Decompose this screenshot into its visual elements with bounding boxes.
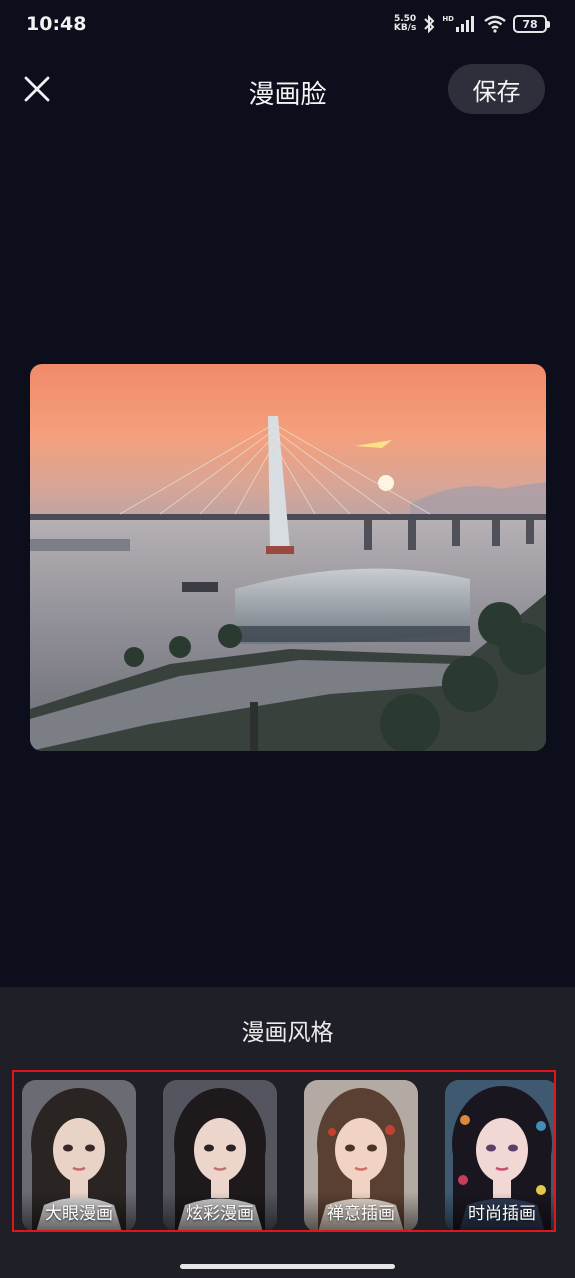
- status-time: 10:48: [26, 13, 87, 35]
- style-card-zen[interactable]: 禅意插画: [304, 1080, 418, 1230]
- home-indicator[interactable]: [180, 1264, 395, 1269]
- battery-icon: 78: [513, 15, 550, 33]
- save-button[interactable]: 保存: [448, 64, 545, 114]
- style-card-label: 时尚插画: [468, 1204, 536, 1224]
- style-panel: 漫画风格 大眼漫画 炫彩漫画 禅意插画 时尚插画: [0, 987, 575, 1278]
- network-speed-unit: KB/s: [393, 23, 417, 33]
- signal-hd-label: HD: [442, 15, 454, 23]
- wifi-icon: [483, 15, 507, 33]
- style-list: 大眼漫画 炫彩漫画 禅意插画 时尚插画: [12, 1070, 556, 1232]
- style-panel-title: 漫画风格: [241, 1020, 334, 1046]
- screen: 10:48 5.50 KB/s HD 78 漫画脸 保存 漫画风格 大眼漫画 炫…: [0, 0, 575, 1278]
- top-bar: 漫画脸 保存: [0, 62, 575, 116]
- battery-level: 78: [522, 17, 538, 31]
- style-card-label: 大眼漫画: [45, 1204, 113, 1224]
- style-card-big-eye[interactable]: 大眼漫画: [22, 1080, 136, 1230]
- network-speed: 5.50 KB/s: [394, 15, 416, 33]
- status-icons: 5.50 KB/s HD 78: [394, 14, 550, 34]
- style-card-fashion[interactable]: 时尚插画: [445, 1080, 554, 1230]
- signal-icon: HD: [442, 15, 477, 33]
- style-card-colorful[interactable]: 炫彩漫画: [163, 1080, 277, 1230]
- status-bar: 10:48 5.50 KB/s HD 78: [0, 0, 575, 52]
- style-card-label: 炫彩漫画: [186, 1204, 254, 1224]
- bridge-sunset-photo: [30, 364, 546, 751]
- bluetooth-icon: [422, 14, 436, 34]
- style-card-label: 禅意插画: [327, 1204, 395, 1224]
